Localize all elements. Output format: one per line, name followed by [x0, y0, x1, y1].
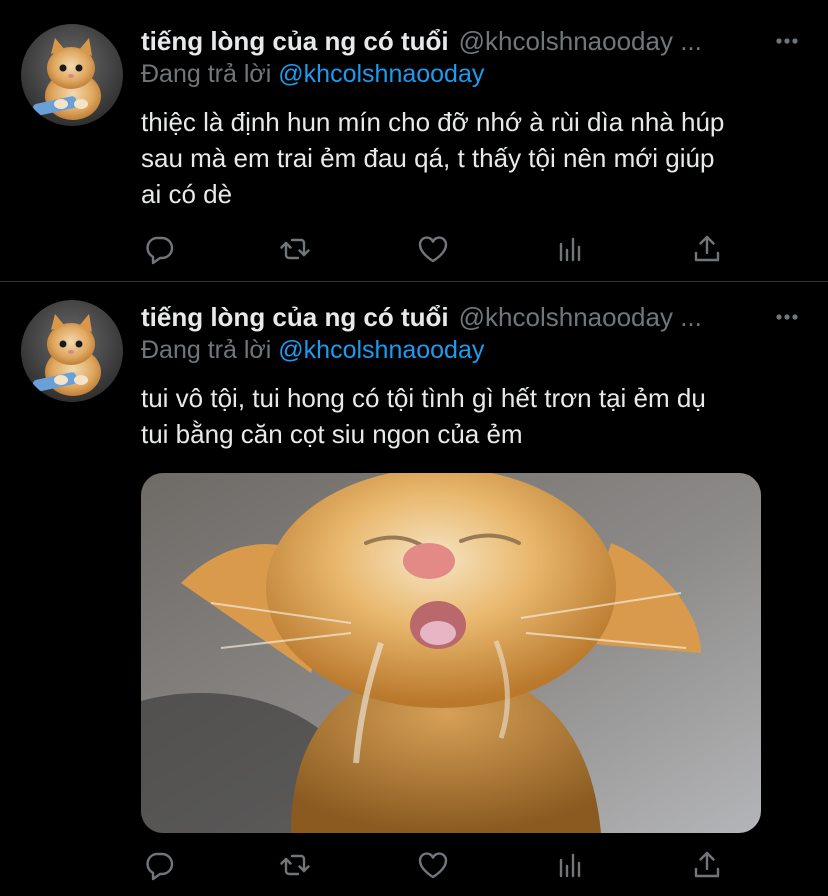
- replying-to-label: Đang trả lời: [141, 60, 272, 88]
- tweet-actions: [141, 229, 731, 269]
- tweet[interactable]: tiếng lòng của ng có tuổi @khcolshnaooda…: [0, 282, 828, 896]
- heart-outline-icon: [418, 852, 448, 879]
- avatar[interactable]: [21, 300, 123, 402]
- retweet-button[interactable]: [275, 845, 315, 885]
- replying-to: Đang trả lời @khcolshnaooday: [141, 60, 484, 89]
- replying-to-handle-link[interactable]: @khcolshnaooday: [278, 336, 484, 364]
- user-handle[interactable]: @khcolshnaooday ...: [459, 26, 702, 57]
- upload-share-icon: [694, 851, 720, 878]
- avatar-kitten-image: [21, 300, 123, 402]
- tweet-text: tui vô tội, tui hong có tội tình gì hết …: [141, 383, 706, 449]
- retweet-arrows-icon: [280, 854, 310, 876]
- tweet-header: tiếng lòng của ng có tuổi @khcolshnaooda…: [141, 24, 764, 58]
- heart-outline-icon: [418, 236, 448, 263]
- tweet-header: tiếng lòng của ng có tuổi @khcolshnaooda…: [141, 300, 764, 334]
- retweet-arrows-icon: [280, 238, 310, 260]
- retweet-button[interactable]: [275, 229, 315, 269]
- like-button[interactable]: [413, 229, 453, 269]
- comment-bubble-icon: [146, 236, 174, 265]
- more-options-button[interactable]: [774, 28, 800, 54]
- views-button[interactable]: [551, 229, 591, 269]
- more-options-button[interactable]: [774, 304, 800, 330]
- like-button[interactable]: [413, 845, 453, 885]
- comment-bubble-icon: [146, 852, 174, 881]
- tweet-media-image[interactable]: [141, 473, 761, 833]
- tweet[interactable]: tiếng lòng của ng có tuổi @khcolshnaooda…: [0, 0, 828, 282]
- replying-to-handle-link[interactable]: @khcolshnaooday: [278, 60, 484, 88]
- tweet-text: thiệc là định hun mín cho đỡ nhớ à rùi d…: [141, 107, 725, 209]
- bar-chart-icon: [559, 853, 581, 878]
- crying-kitten-photo: [141, 473, 761, 833]
- more-horizontal-icon: [776, 38, 798, 44]
- upload-share-icon: [694, 235, 720, 262]
- views-button[interactable]: [551, 845, 591, 885]
- user-handle[interactable]: @khcolshnaooday ...: [459, 302, 702, 333]
- reply-button[interactable]: [139, 845, 179, 885]
- reply-button[interactable]: [139, 229, 179, 269]
- tweet-actions: [141, 845, 731, 885]
- more-horizontal-icon: [776, 314, 798, 320]
- avatar[interactable]: [21, 24, 123, 126]
- replying-to: Đang trả lời @khcolshnaooday: [141, 336, 484, 365]
- display-name[interactable]: tiếng lòng của ng có tuổi: [141, 26, 449, 57]
- replying-to-label: Đang trả lời: [141, 336, 272, 364]
- bar-chart-icon: [559, 237, 581, 262]
- display-name[interactable]: tiếng lòng của ng có tuổi: [141, 302, 449, 333]
- share-button[interactable]: [687, 845, 727, 885]
- avatar-kitten-image: [21, 24, 123, 126]
- share-button[interactable]: [687, 229, 727, 269]
